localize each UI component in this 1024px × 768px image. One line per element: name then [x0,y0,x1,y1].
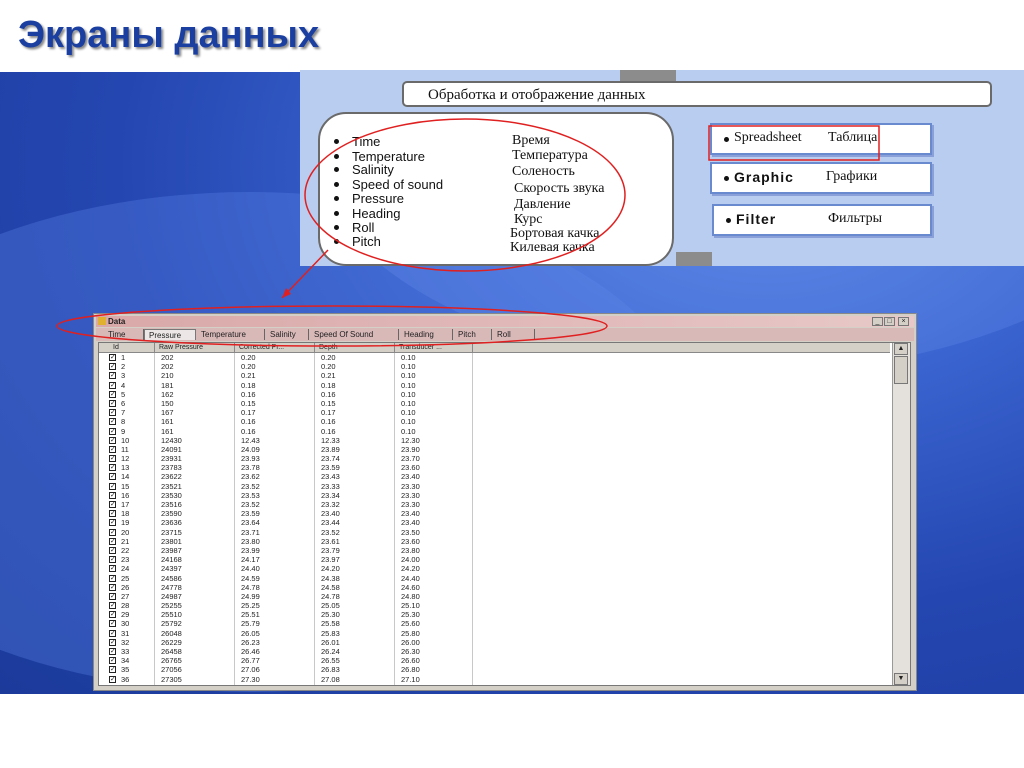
annotation-arrow [281,249,329,299]
spreadsheet-highlight [708,125,880,161]
parameters-highlight-ellipse [304,118,626,272]
annotation-layer [56,118,880,347]
tabs-highlight-ellipse [56,305,608,347]
